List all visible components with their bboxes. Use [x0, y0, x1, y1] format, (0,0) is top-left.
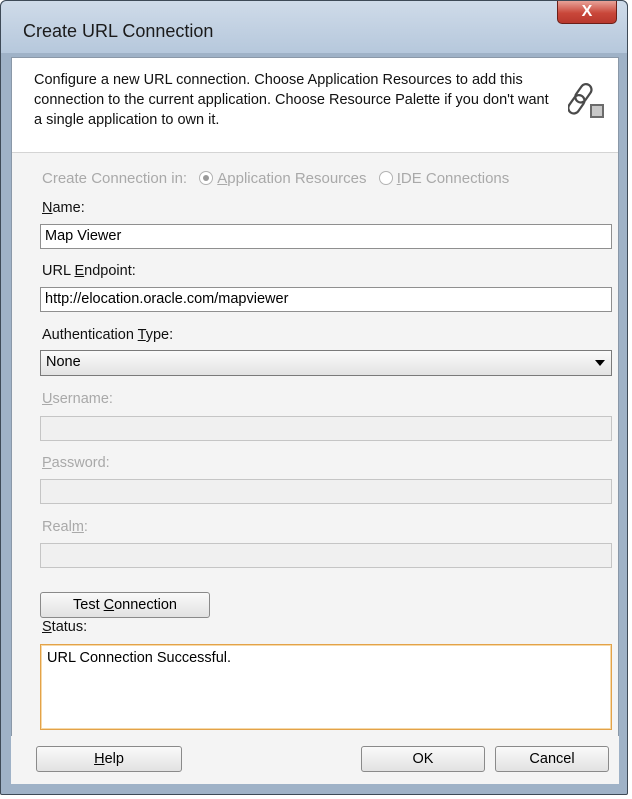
status-label: Status: — [42, 619, 88, 635]
authentication-type-label: Authentication Type: — [42, 327, 174, 343]
chevron-down-icon[interactable] — [595, 360, 605, 366]
username-label: Username: — [42, 391, 113, 407]
realm-label: Realm: — [42, 519, 88, 535]
radio-ide-connections-label[interactable]: IDE Connections — [397, 170, 510, 187]
close-button[interactable]: X — [557, 1, 617, 24]
radio-ide-connections[interactable] — [378, 171, 393, 185]
dialog-title: Create URL Connection — [23, 21, 214, 41]
close-icon: X — [581, 3, 593, 20]
form-panel: Create Connection in: Application Resour… — [12, 153, 618, 783]
help-button[interactable]: Help — [36, 746, 182, 772]
dialog-content: Configure a new URL connection. Choose A… — [11, 57, 619, 784]
button-bar: Help OK Cancel — [11, 736, 619, 784]
url-endpoint-field[interactable]: http://elocation.oracle.com/mapviewer — [40, 287, 612, 312]
url-endpoint-label: URL Endpoint: — [42, 263, 136, 279]
cancel-button[interactable]: Cancel — [495, 746, 609, 772]
authentication-type-value: None — [46, 354, 81, 370]
name-label: Name: — [42, 200, 85, 216]
password-field[interactable] — [40, 479, 612, 504]
test-connection-button[interactable]: Test Connection — [40, 592, 210, 618]
create-connection-in-row: Create Connection in: Application Resour… — [42, 170, 509, 187]
realm-field[interactable] — [40, 543, 612, 568]
username-field[interactable] — [40, 416, 612, 441]
dialog-window: Create URL Connection X Configure a new … — [0, 0, 628, 795]
create-in-label: Create Connection in: — [42, 170, 188, 187]
intro-panel: Configure a new URL connection. Choose A… — [12, 58, 618, 153]
name-field[interactable]: Map Viewer — [40, 224, 612, 249]
intro-description: Configure a new URL connection. Choose A… — [34, 72, 549, 128]
radio-application-resources-label[interactable]: Application Resources — [217, 170, 366, 187]
status-box: URL Connection Successful. — [40, 644, 612, 730]
password-label: Password: — [42, 455, 110, 471]
title-bar[interactable]: Create URL Connection X — [1, 1, 627, 53]
authentication-type-select[interactable]: None — [40, 350, 612, 376]
ok-button[interactable]: OK — [361, 746, 485, 772]
radio-application-resources[interactable] — [199, 171, 214, 185]
chain-link-icon — [568, 83, 604, 118]
